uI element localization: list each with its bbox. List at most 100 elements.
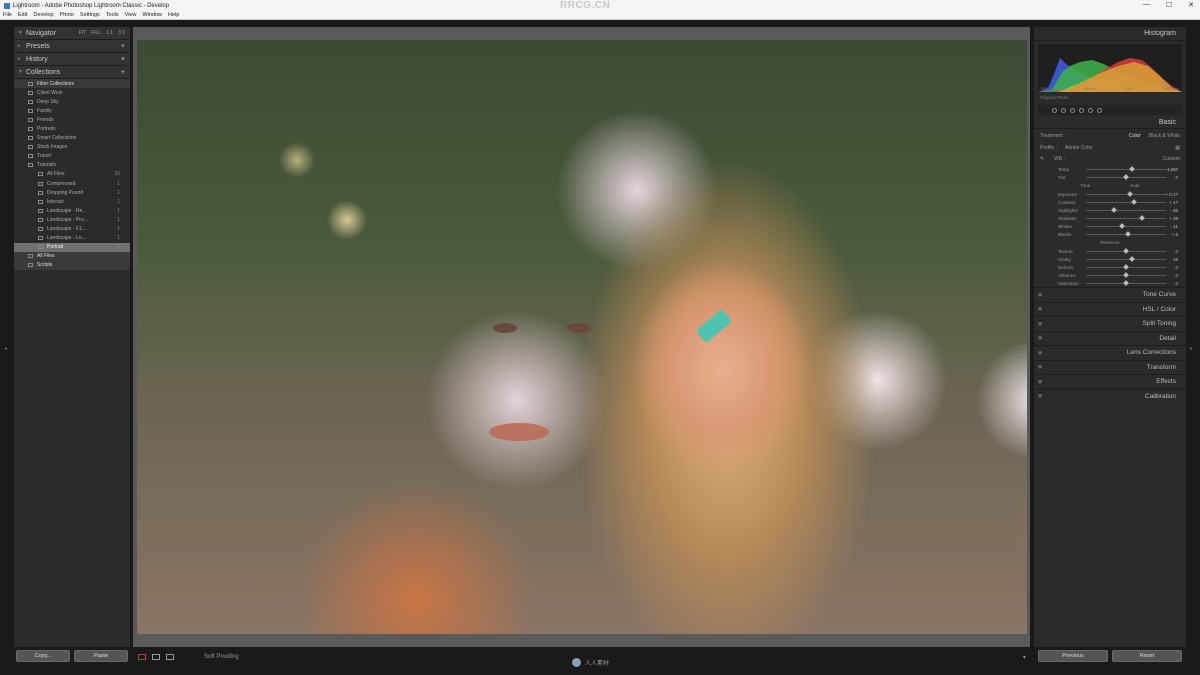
menu-develop[interactable]: Develop <box>33 12 53 18</box>
slider-value[interactable]: 0 <box>1175 175 1178 180</box>
collection-item[interactable]: All Files <box>14 251 130 261</box>
spot-removal-icon[interactable] <box>1061 107 1066 113</box>
slider-value[interactable]: + 6 <box>1172 232 1178 237</box>
profile-browser-icon[interactable]: ▦ <box>1175 145 1180 151</box>
section-toggle-icon[interactable]: ◉ <box>1038 335 1042 341</box>
slider-track[interactable] <box>1086 222 1166 229</box>
adjustment-brush-icon[interactable] <box>1097 107 1102 113</box>
zoom-1-1[interactable]: 1:1 <box>106 30 113 36</box>
section-lens-corrections[interactable]: ◉ Lens Corrections <box>1034 345 1186 360</box>
section-toggle-icon[interactable]: ◉ <box>1038 321 1042 327</box>
history-header[interactable]: ▸ History × <box>14 53 130 66</box>
collection-item[interactable]: Interact 1 <box>14 197 130 206</box>
slider-track[interactable] <box>1086 255 1166 262</box>
collection-item[interactable]: Portraits <box>14 124 130 133</box>
navigator-header[interactable]: ▼ Navigator FIT FILL 1:1 3:1 <box>14 27 130 40</box>
collection-item[interactable]: Tutorials <box>14 161 130 170</box>
copy-settings-button[interactable]: Copy... <box>16 650 70 662</box>
slider-knob[interactable] <box>1131 198 1137 205</box>
main-photo[interactable] <box>137 40 1027 634</box>
slider-track[interactable] <box>1086 190 1166 197</box>
profile-dropdown[interactable]: Adobe Color <box>1065 145 1093 151</box>
slider-value[interactable]: - 11 <box>1171 224 1178 229</box>
collection-item[interactable]: Landscape - Re... 1 <box>14 206 130 215</box>
slider-temp[interactable]: Temp 4,850 <box>1034 165 1186 173</box>
left-panel-collapse-icon[interactable]: ◂ <box>4 345 7 352</box>
slider-exposure[interactable]: Exposure + 0.17 <box>1034 190 1186 198</box>
slider-blacks[interactable]: Blacks + 6 <box>1034 230 1186 238</box>
section-split-toning[interactable]: ◉ Split Toning <box>1034 316 1186 331</box>
reset-button[interactable]: Reset <box>1112 650 1182 662</box>
before-after-icon[interactable] <box>152 654 160 660</box>
right-panel-collapse-icon[interactable]: ▸ <box>1190 345 1193 352</box>
section-toggle-icon[interactable]: ◉ <box>1038 393 1042 399</box>
loupe-view-icon[interactable] <box>138 654 146 660</box>
menu-file[interactable]: File <box>3 12 12 18</box>
slider-contrast[interactable]: Contrast + 17 <box>1034 198 1186 206</box>
collection-item[interactable]: Filter Collections <box>14 79 130 89</box>
slider-dehaze[interactable]: Dehaze 0 <box>1034 263 1186 271</box>
collection-item[interactable]: Family <box>14 106 130 115</box>
slider-saturation[interactable]: Saturation 0 <box>1034 279 1186 287</box>
radial-filter-icon[interactable] <box>1088 107 1093 113</box>
section-detail[interactable]: ◉ Detail <box>1034 330 1186 346</box>
histogram-header[interactable]: Histogram <box>1034 27 1186 41</box>
treatment-color[interactable]: Color <box>1129 133 1141 139</box>
clear-history-icon[interactable]: × <box>121 56 125 63</box>
collection-item[interactable]: Compressed 1 <box>14 179 130 188</box>
collection-item[interactable]: Landscape - Pro... 1 <box>14 215 130 224</box>
slider-tint[interactable]: Tint 0 <box>1034 173 1186 181</box>
slider-value[interactable]: + 38 <box>1169 216 1178 221</box>
menu-photo[interactable]: Photo <box>60 12 74 18</box>
basic-header[interactable]: Basic <box>1034 117 1186 129</box>
slider-track[interactable] <box>1086 198 1166 205</box>
slider-value[interactable]: 4,850 <box>1167 167 1178 172</box>
slider-value[interactable]: 0 <box>1175 265 1178 270</box>
collection-item[interactable]: All Files 20 <box>14 170 130 179</box>
compare-view-icon[interactable] <box>166 654 174 660</box>
tone-auto-button[interactable]: Auto <box>1130 183 1139 188</box>
slider-knob[interactable] <box>1129 255 1136 262</box>
close-button[interactable]: ✕ <box>1188 1 1194 9</box>
slider-shadows[interactable]: Shadows + 38 <box>1034 214 1186 222</box>
menu-help[interactable]: Help <box>168 12 179 18</box>
collection-item[interactable]: Dropping Pound 1 <box>14 188 130 197</box>
slider-knob[interactable] <box>1127 190 1133 197</box>
slider-knob[interactable] <box>1123 279 1129 286</box>
collection-item[interactable]: Travel <box>14 152 130 161</box>
maximize-button[interactable]: ☐ <box>1166 1 1172 9</box>
crop-tool-icon[interactable] <box>1052 107 1057 113</box>
menu-tools[interactable]: Tools <box>106 12 119 18</box>
menu-edit[interactable]: Edit <box>18 12 27 18</box>
collection-item[interactable]: Landscape - F1... 1 <box>14 225 130 234</box>
slider-clarity[interactable]: Clarity 16 <box>1034 255 1186 263</box>
section-toggle-icon[interactable]: ◉ <box>1038 350 1042 356</box>
slider-knob[interactable] <box>1139 214 1145 221</box>
slider-value[interactable]: + 0.17 <box>1165 192 1178 197</box>
slider-value[interactable]: 0 <box>1175 281 1178 286</box>
collections-header[interactable]: ▼ Collections + <box>14 66 130 79</box>
slider-track[interactable] <box>1086 271 1166 278</box>
menu-view[interactable]: View <box>125 12 137 18</box>
minimize-button[interactable]: — <box>1143 1 1150 9</box>
collection-item[interactable]: Scripts <box>14 260 130 270</box>
presets-header[interactable]: ▸ Presets + <box>14 40 130 53</box>
slider-knob[interactable] <box>1125 230 1132 237</box>
section-toggle-icon[interactable]: ◉ <box>1038 292 1042 298</box>
section-calibration[interactable]: ◉ Calibration <box>1034 388 1186 404</box>
slider-vibrance[interactable]: Vibrance 0 <box>1034 271 1186 279</box>
slider-track[interactable] <box>1086 247 1166 254</box>
treatment-bw[interactable]: Black & White <box>1149 133 1180 139</box>
graduated-filter-icon[interactable] <box>1079 107 1084 113</box>
slider-value[interactable]: 16 <box>1173 257 1178 262</box>
paste-settings-button[interactable]: Paste <box>74 650 128 662</box>
slider-value[interactable]: - 36 <box>1170 208 1178 213</box>
histogram-chart[interactable]: ISO 100 85 mm f/1.4 1/500 sec <box>1038 44 1182 92</box>
collection-item[interactable]: Deep Sky <box>14 97 130 106</box>
slider-track[interactable] <box>1086 279 1166 286</box>
add-collection-icon[interactable]: + <box>121 69 125 76</box>
previous-button[interactable]: Previous <box>1038 650 1108 662</box>
collection-item[interactable]: Friends <box>14 115 130 124</box>
slider-track[interactable] <box>1086 206 1166 213</box>
toolbar-menu-chevron-icon[interactable]: ▾ <box>1023 654 1026 661</box>
